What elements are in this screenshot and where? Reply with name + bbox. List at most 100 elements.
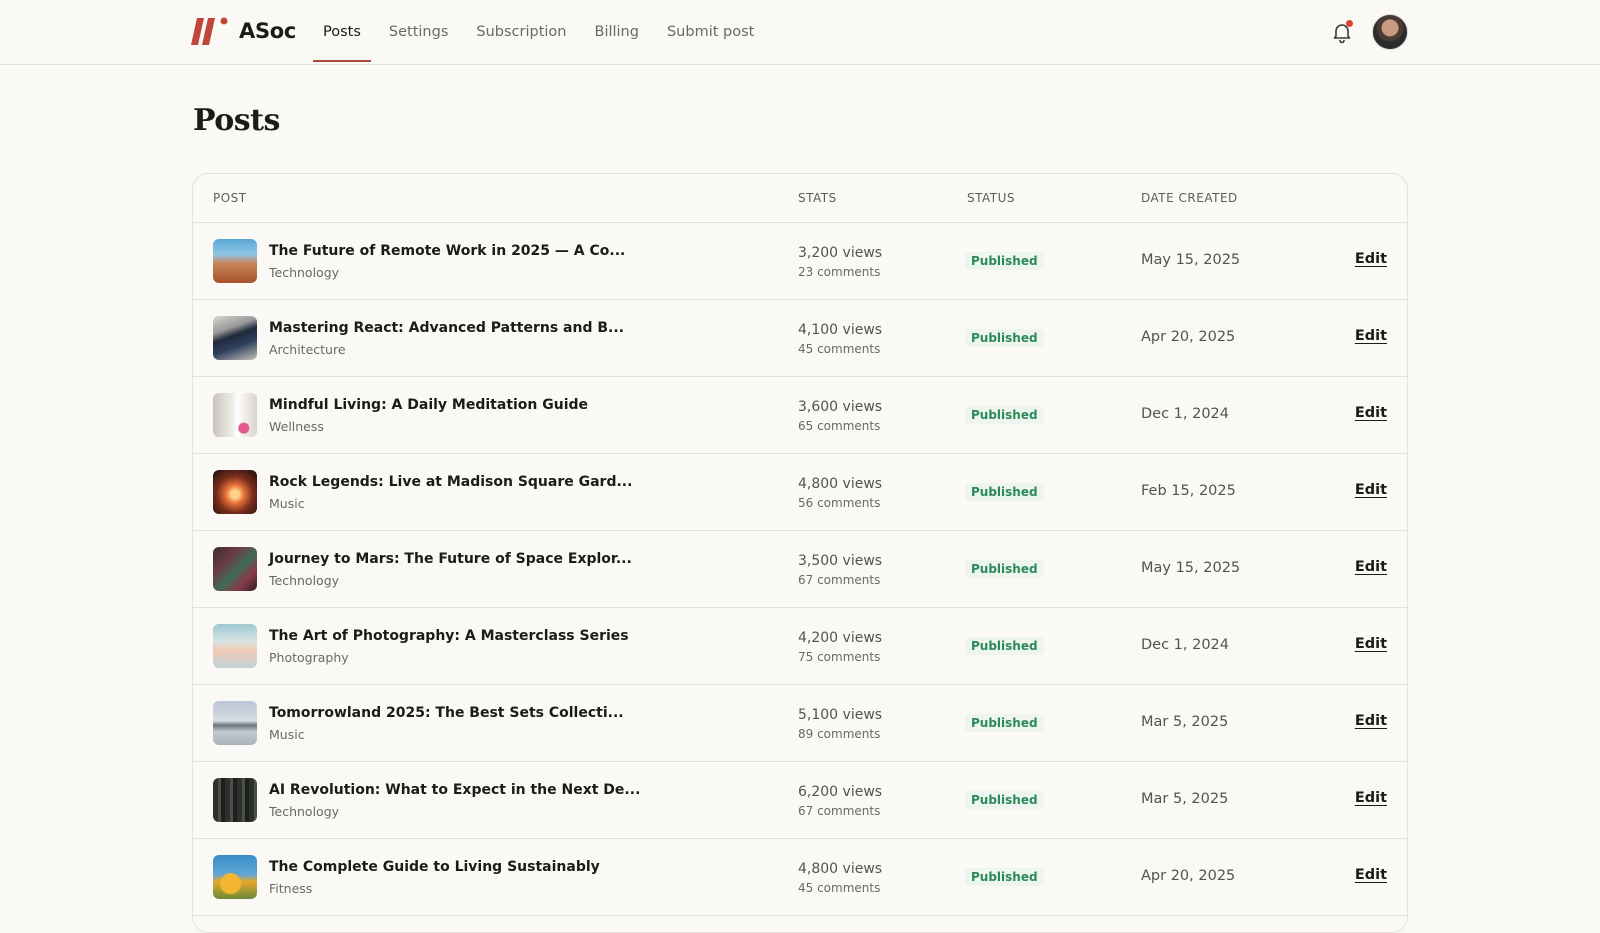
brand-name: ASoc [239,19,297,43]
post-category: Photography [269,650,349,665]
table-row: Tomorrowland 2025: The Best Sets Collect… [193,685,1407,762]
post-comments: 56 comments [798,496,881,510]
nav-item-posts[interactable]: Posts [311,0,373,64]
nav-item-subscription[interactable]: Subscription [464,0,578,64]
post-date: Apr 20, 2025 [1141,868,1236,884]
status-badge: Published [965,329,1044,347]
post-views: 4,200 views [798,630,883,646]
status-badge: Published [965,637,1044,655]
column-header-date-created: DATE CREATED [1141,191,1238,205]
page-title: Posts [193,103,280,138]
post-category: Technology [269,265,340,280]
post-views: 4,100 views [798,322,883,338]
post-date: Mar 5, 2025 [1141,714,1229,730]
post-views: 3,200 views [798,245,883,261]
status-badge: Published [965,406,1044,424]
post-thumbnail [213,778,257,822]
post-category: Fitness [269,881,313,896]
post-thumbnail [213,239,257,283]
top-navigation-bar: ASoc Posts Settings Subscription Billing… [0,0,1600,65]
post-thumbnail [213,855,257,899]
post-title[interactable]: Mastering React: Advanced Patterns and B… [269,320,624,336]
post-category: Technology [269,804,340,819]
edit-link[interactable]: Edit [1355,867,1387,883]
edit-link[interactable]: Edit [1355,405,1387,421]
post-thumbnail [213,701,257,745]
edit-link[interactable]: Edit [1355,482,1387,498]
table-row: The Future of Remote Work in 2025 — A Co… [193,223,1407,300]
post-date: Apr 20, 2025 [1141,329,1236,345]
table-row: Mindful Living: A Daily Meditation Guide… [193,377,1407,454]
table-row: AI Revolution: What to Expect in the Nex… [193,762,1407,839]
post-date: Feb 15, 2025 [1141,483,1236,499]
post-comments: 65 comments [798,419,881,433]
post-title[interactable]: AI Revolution: What to Expect in the Nex… [269,782,640,798]
status-badge: Published [965,252,1044,270]
column-header-post: POST [213,191,247,205]
post-views: 5,100 views [798,707,883,723]
post-thumbnail [213,316,257,360]
notification-dot [1346,20,1353,27]
post-thumbnail [213,624,257,668]
post-comments: 67 comments [798,573,881,587]
post-date: Mar 5, 2025 [1141,791,1229,807]
table-header: POST STATS STATUS DATE CREATED [193,174,1407,223]
table-row: Journey to Mars: The Future of Space Exp… [193,531,1407,608]
post-title[interactable]: The Future of Remote Work in 2025 — A Co… [269,243,625,259]
post-title[interactable]: Tomorrowland 2025: The Best Sets Collect… [269,705,624,721]
post-comments: 23 comments [798,265,881,279]
post-comments: 75 comments [798,650,881,664]
post-comments: 45 comments [798,342,881,356]
logo-icon [191,16,231,46]
post-views: 3,600 views [798,399,883,415]
post-comments: 67 comments [798,804,881,818]
post-thumbnail [213,393,257,437]
post-date: Dec 1, 2024 [1141,406,1230,422]
post-title[interactable]: The Art of Photography: A Masterclass Se… [269,628,629,644]
table-row: Mastering React: Advanced Patterns and B… [193,300,1407,377]
post-title[interactable]: Mindful Living: A Daily Meditation Guide [269,397,588,413]
brand[interactable]: ASoc [191,16,296,46]
post-category: Music [269,496,305,511]
post-category: Wellness [269,419,324,434]
post-thumbnail [213,547,257,591]
edit-link[interactable]: Edit [1355,328,1387,344]
table-row: Rock Legends: Live at Madison Square Gar… [193,454,1407,531]
edit-link[interactable]: Edit [1355,790,1387,806]
status-badge: Published [965,791,1044,809]
column-header-stats: STATS [798,191,837,205]
edit-link[interactable]: Edit [1355,559,1387,575]
table-row: The Art of Photography: A Masterclass Se… [193,608,1407,685]
post-date: May 15, 2025 [1141,252,1241,268]
post-comments: 45 comments [798,881,881,895]
post-views: 4,800 views [798,476,883,492]
post-category: Technology [269,573,340,588]
post-views: 6,200 views [798,784,883,800]
posts-table: POST STATS STATUS DATE CREATED The Futur… [192,173,1408,933]
table-row: The Complete Guide to Living Sustainably… [193,839,1407,916]
edit-link[interactable]: Edit [1355,251,1387,267]
nav-item-settings[interactable]: Settings [377,0,460,64]
main-nav: Posts Settings Subscription Billing Subm… [311,0,770,64]
post-date: May 15, 2025 [1141,560,1241,576]
post-category: Music [269,727,305,742]
post-category: Architecture [269,342,346,357]
bell-icon[interactable] [1330,20,1354,44]
nav-item-submit-post[interactable]: Submit post [655,0,766,64]
nav-item-billing[interactable]: Billing [583,0,651,64]
edit-link[interactable]: Edit [1355,636,1387,652]
post-thumbnail [213,470,257,514]
status-badge: Published [965,868,1044,886]
status-badge: Published [965,560,1044,578]
post-title[interactable]: Rock Legends: Live at Madison Square Gar… [269,474,632,490]
column-header-status: STATUS [967,191,1016,205]
post-title[interactable]: Journey to Mars: The Future of Space Exp… [269,551,632,567]
post-title[interactable]: The Complete Guide to Living Sustainably [269,859,600,875]
user-avatar[interactable] [1372,14,1408,50]
post-views: 3,500 views [798,553,883,569]
post-views: 4,800 views [798,861,883,877]
edit-link[interactable]: Edit [1355,713,1387,729]
post-date: Dec 1, 2024 [1141,637,1230,653]
status-badge: Published [965,483,1044,501]
status-badge: Published [965,714,1044,732]
